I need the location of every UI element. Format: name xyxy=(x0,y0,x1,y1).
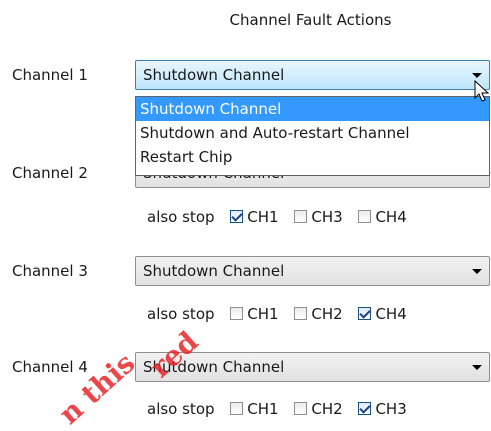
checkbox-icon[interactable] xyxy=(294,210,308,224)
also-stop-label: also stop xyxy=(147,399,215,418)
channel-4-stop-ch3[interactable]: CH3 xyxy=(358,397,407,420)
channel-2-label: Channel 2 xyxy=(12,164,88,182)
dropdown-option-auto-restart[interactable]: Shutdown and Auto-restart Channel xyxy=(136,121,489,145)
dropdown-option-restart-chip[interactable]: Restart Chip xyxy=(136,145,489,169)
channel-4-label: Channel 4 xyxy=(12,358,88,376)
dropdown-option-shutdown[interactable]: Shutdown Channel xyxy=(136,97,489,121)
mouse-cursor-icon xyxy=(474,80,490,102)
checkbox-icon[interactable] xyxy=(358,210,372,224)
channel-1-action-select[interactable]: Shutdown Channel xyxy=(135,60,490,90)
channel-4-stop-ch2[interactable]: CH2 xyxy=(294,397,343,420)
channel-3-label: Channel 3 xyxy=(12,262,88,280)
channel-3-stop-ch2[interactable]: CH2 xyxy=(294,302,343,325)
checkbox-checked-icon[interactable] xyxy=(358,307,372,321)
also-stop-label: also stop xyxy=(147,304,215,323)
channel-3-stop-ch1[interactable]: CH1 xyxy=(230,302,279,325)
checkbox-icon[interactable] xyxy=(294,307,308,321)
channel-4-also-stop-row: also stop CH1 CH2 CH3 xyxy=(147,397,407,419)
also-stop-label: also stop xyxy=(147,207,215,226)
channel-4-action-select[interactable]: Shutdown Channel xyxy=(135,352,490,382)
chevron-down-icon[interactable] xyxy=(472,269,482,274)
channel-4-stop-ch1[interactable]: CH1 xyxy=(230,397,279,420)
channel-1-select-value: Shutdown Channel xyxy=(143,66,285,84)
channel-1-label: Channel 1 xyxy=(12,66,88,84)
channel-3-also-stop-row: also stop CH1 CH2 CH4 xyxy=(147,302,407,324)
channel-3-action-select[interactable]: Shutdown Channel xyxy=(135,256,490,286)
channel-3-stop-ch4[interactable]: CH4 xyxy=(358,302,407,325)
checkbox-icon[interactable] xyxy=(294,402,308,416)
chevron-down-icon[interactable] xyxy=(472,73,482,78)
channel-2-also-stop-row: also stop CH1 CH3 CH4 xyxy=(147,205,407,227)
checkbox-icon[interactable] xyxy=(230,402,244,416)
channel-2-stop-ch3[interactable]: CH3 xyxy=(294,205,343,228)
section-title: Channel Fault Actions xyxy=(229,11,392,29)
chevron-down-icon[interactable] xyxy=(472,365,482,370)
channel-3-select-value: Shutdown Channel xyxy=(143,262,285,280)
channel-4-select-value: Shutdown Channel xyxy=(143,358,285,376)
channel-1-dropdown-list: Shutdown Channel Shutdown and Auto-resta… xyxy=(135,96,490,176)
checkbox-checked-icon[interactable] xyxy=(358,402,372,416)
channel-2-stop-ch1[interactable]: CH1 xyxy=(230,205,279,228)
checkbox-checked-icon[interactable] xyxy=(230,210,244,224)
checkbox-icon[interactable] xyxy=(230,307,244,321)
channel-2-stop-ch4[interactable]: CH4 xyxy=(358,205,407,228)
